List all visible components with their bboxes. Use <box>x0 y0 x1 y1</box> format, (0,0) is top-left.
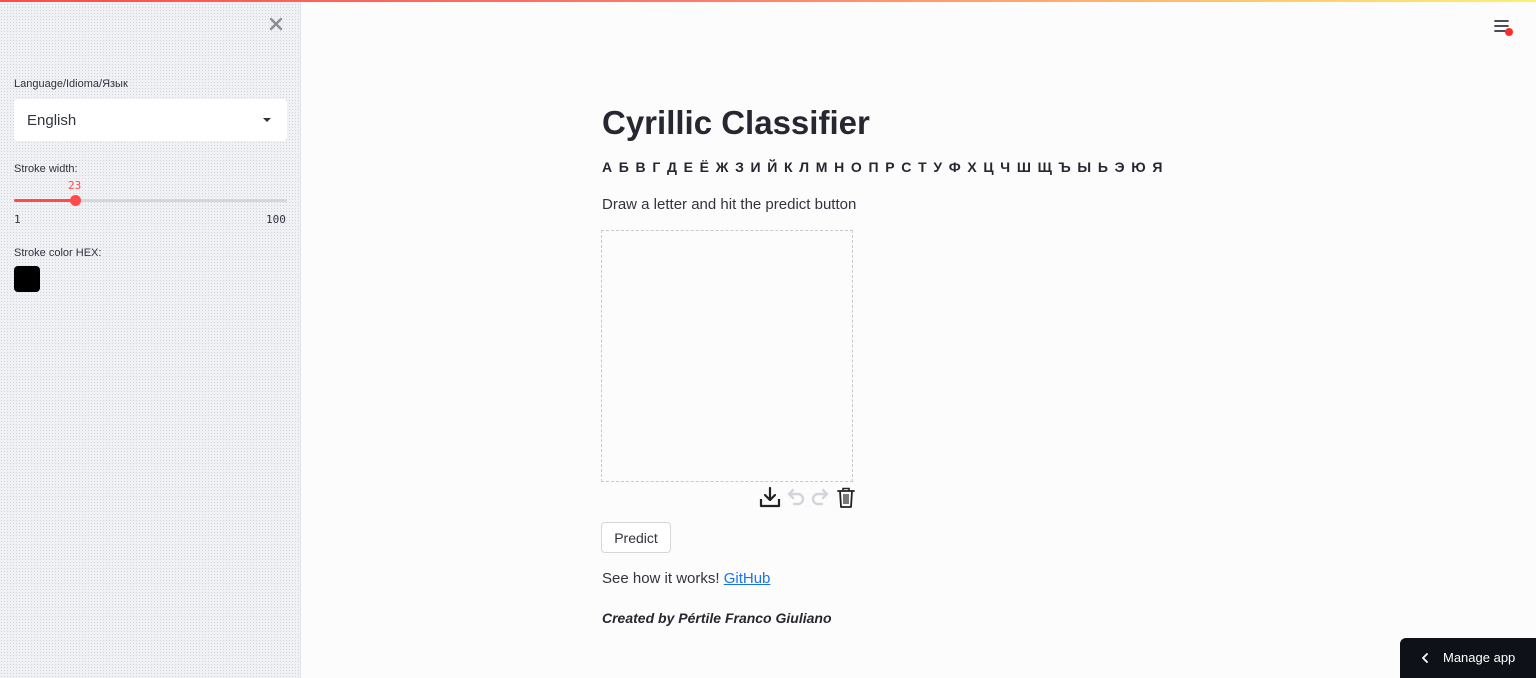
drawing-canvas[interactable] <box>601 230 853 482</box>
notification-dot <box>1505 28 1513 36</box>
stroke-color-label: Stroke color HEX: <box>14 247 102 259</box>
undo-icon[interactable] <box>784 486 806 508</box>
manage-app-button[interactable]: Manage app <box>1400 638 1536 678</box>
language-label: Language/Idioma/Язык <box>14 78 128 90</box>
slider-max-label: 100 <box>266 213 286 226</box>
cyrillic-alphabet: А Б В Г Д Е Ё Ж З И Й К Л М Н О П Р С Т … <box>602 159 1164 175</box>
chevron-left-icon <box>1422 653 1428 663</box>
language-select-value: English <box>27 112 77 129</box>
predict-button[interactable]: Predict <box>601 522 671 553</box>
see-how-text: See how it works! <box>602 570 720 587</box>
language-select[interactable]: English <box>14 99 287 141</box>
stroke-width-slider[interactable]: 23 <box>14 179 287 206</box>
slider-min-label: 1 <box>14 213 21 226</box>
slider-fill <box>14 199 75 202</box>
sidebar: Language/Idioma/Язык English Stroke widt… <box>0 0 301 678</box>
trash-icon[interactable] <box>835 486 857 508</box>
download-icon[interactable] <box>759 486 781 508</box>
stroke-width-label: Stroke width: <box>14 163 78 175</box>
chevron-down-icon <box>263 118 271 122</box>
github-link[interactable]: GitHub <box>724 570 771 587</box>
redo-icon[interactable] <box>810 486 832 508</box>
instructions-text: Draw a letter and hit the predict button <box>602 196 857 213</box>
manage-app-label: Manage app <box>1443 650 1516 665</box>
slider-thumb[interactable] <box>69 195 81 206</box>
author-credit: Created by Pértile Franco Giuliano <box>602 610 832 626</box>
top-decoration-bar <box>0 0 1536 2</box>
stroke-color-picker[interactable] <box>14 266 40 292</box>
close-icon[interactable] <box>268 16 284 32</box>
slider-current-value: 23 <box>68 179 82 192</box>
page-title: Cyrillic Classifier <box>602 104 870 141</box>
see-how-line: See how it works! GitHub <box>602 570 770 587</box>
